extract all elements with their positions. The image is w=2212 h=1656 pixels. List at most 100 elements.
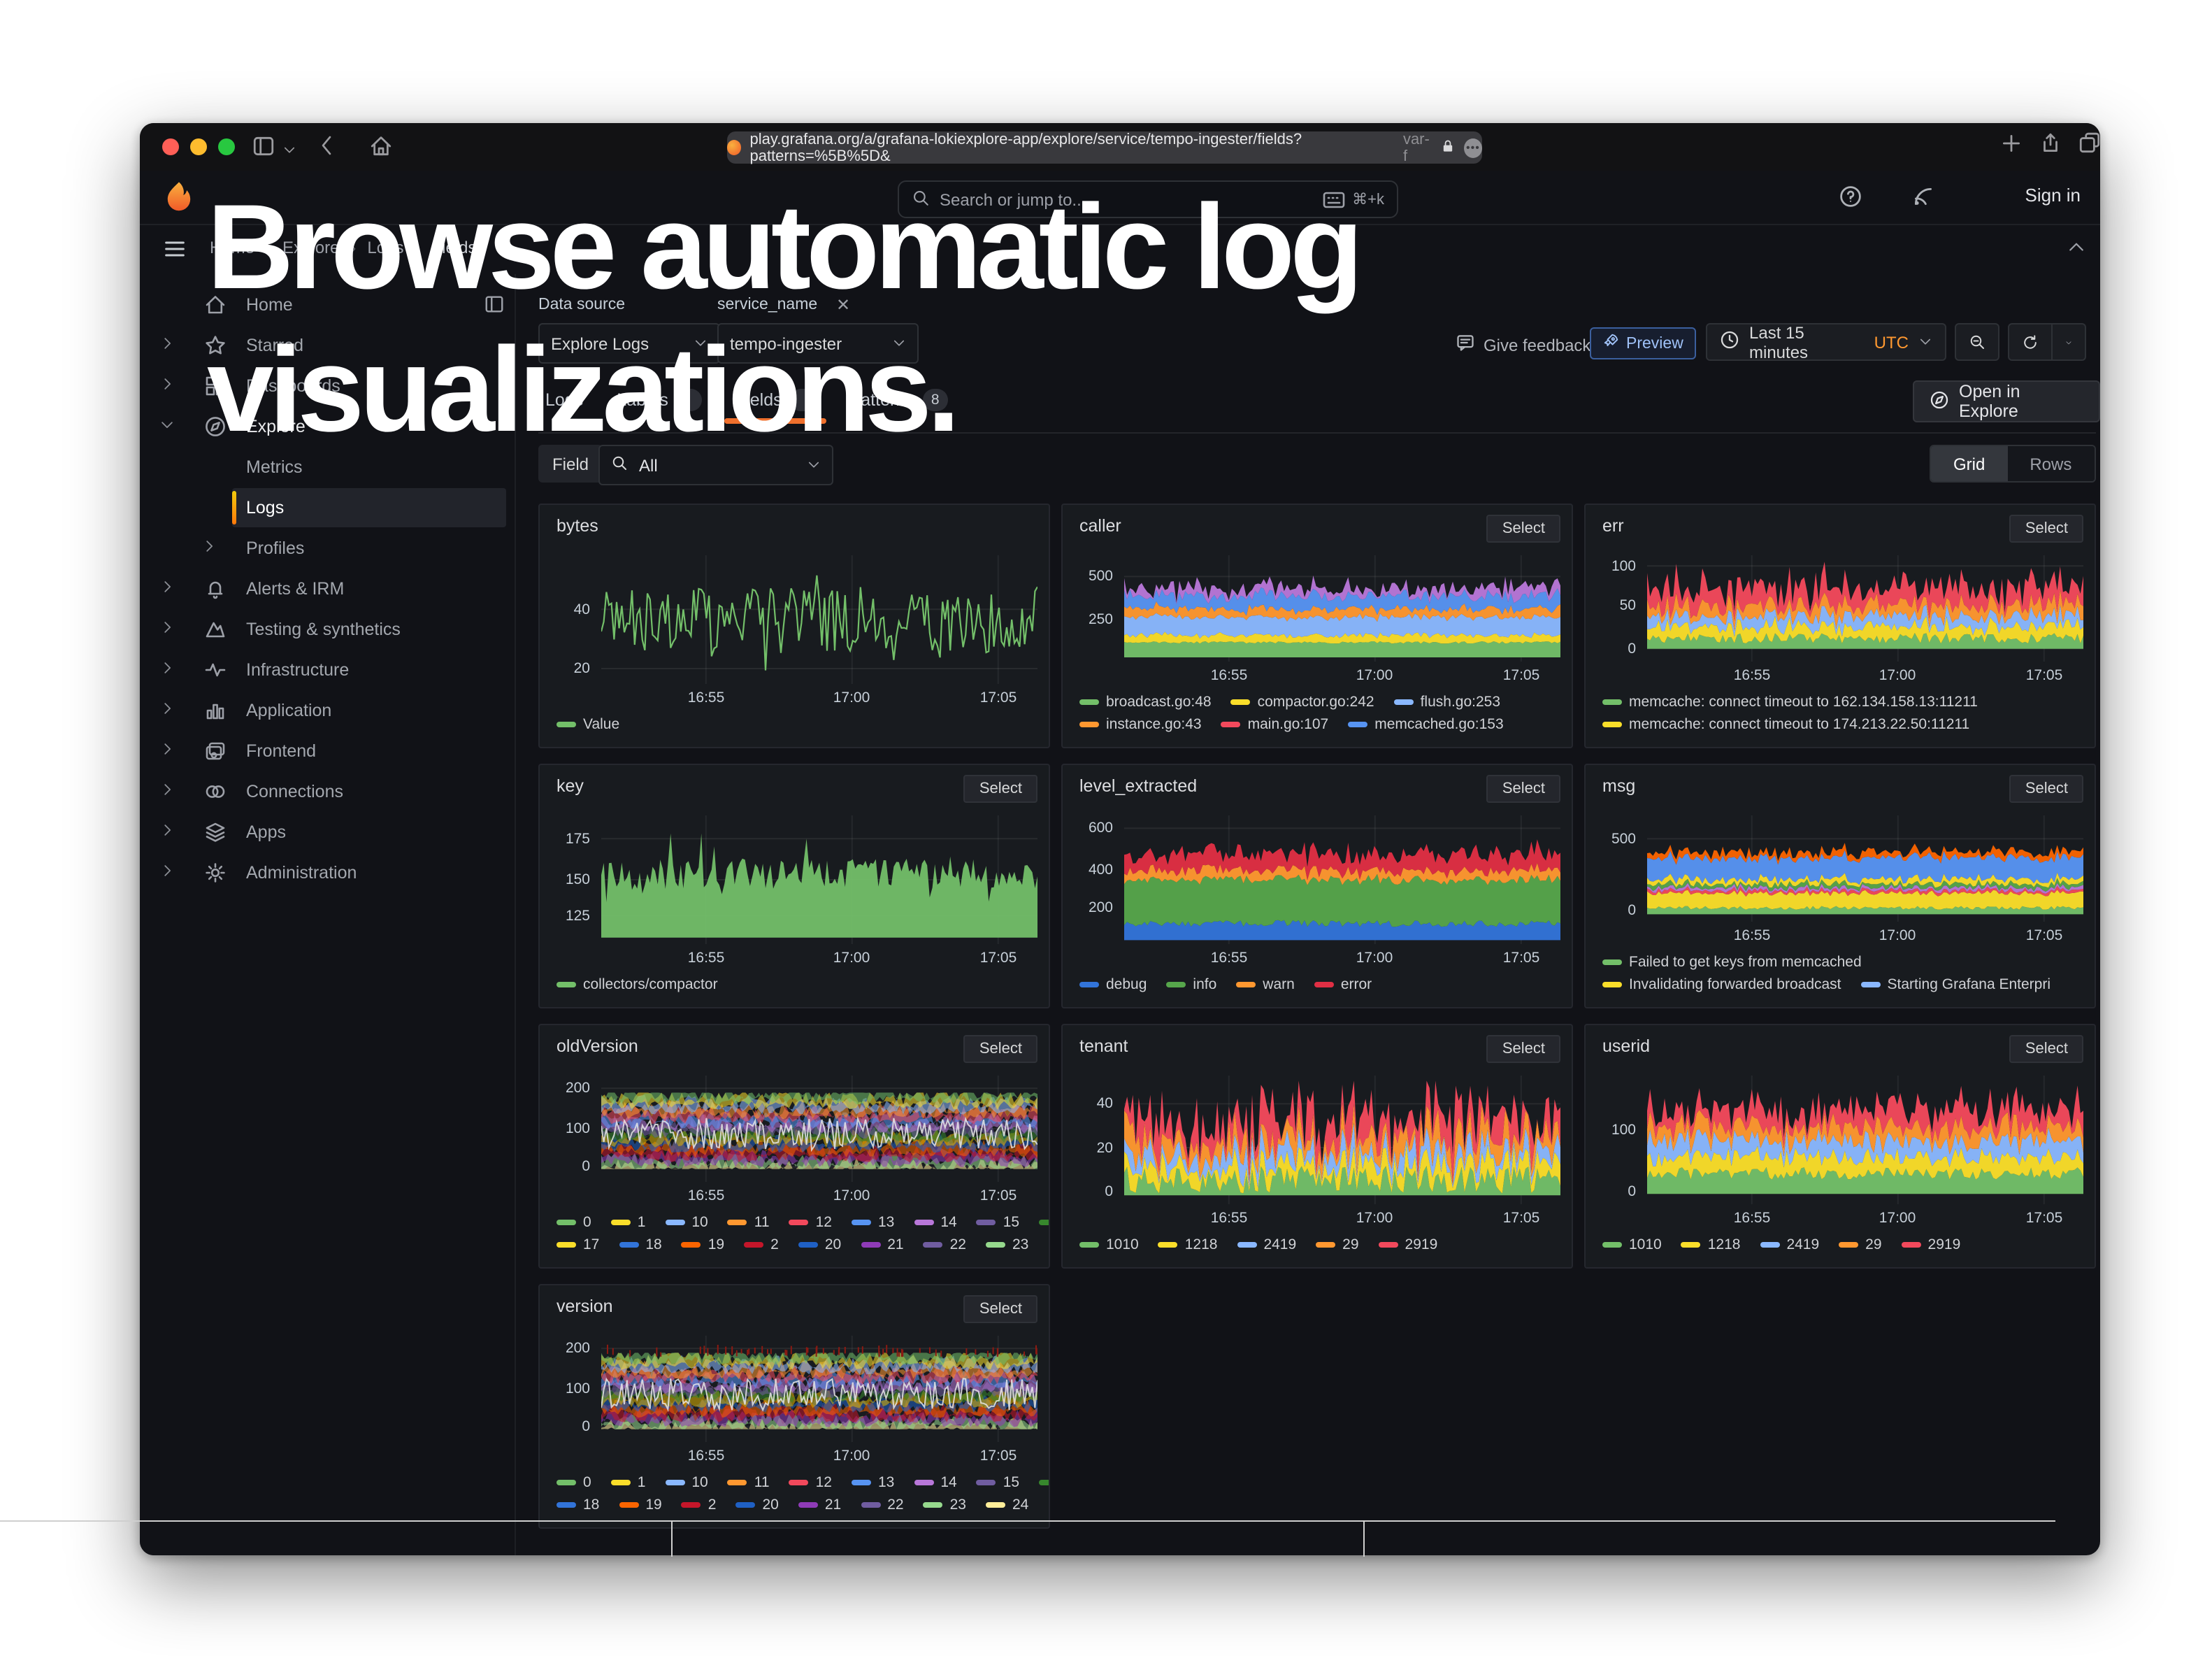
chart-plot[interactable]	[1124, 1076, 1560, 1211]
legend-item[interactable]: 18	[556, 1497, 599, 1513]
chart-plot[interactable]	[1647, 555, 2083, 669]
refresh-interval-caret[interactable]	[2053, 323, 2086, 361]
legend-item[interactable]: collectors/compactor	[556, 976, 718, 993]
chart-plot[interactable]	[601, 1336, 1037, 1449]
grafana-logo[interactable]	[162, 180, 196, 221]
chevron-right-icon[interactable]	[159, 701, 175, 720]
legend-item[interactable]: 2	[1048, 1497, 1050, 1513]
legend-item[interactable]: 10	[665, 1214, 708, 1231]
legend-item[interactable]: 1218	[1158, 1236, 1218, 1253]
legend-item[interactable]: Invalidating forwarded broadcast	[1602, 976, 1841, 993]
legend-item[interactable]: 21	[861, 1236, 903, 1253]
legend-item[interactable]: 12	[789, 1214, 832, 1231]
chevron-down-icon[interactable]	[159, 417, 175, 436]
legend-item[interactable]: 12	[789, 1474, 832, 1491]
legend-item[interactable]: 20	[735, 1497, 778, 1513]
legend-item[interactable]: 29	[1839, 1236, 1881, 1253]
minimize-window-button[interactable]	[190, 138, 207, 155]
chart-plot[interactable]	[1124, 555, 1560, 669]
legend-item[interactable]: 19	[619, 1497, 661, 1513]
chevron-right-icon[interactable]	[201, 538, 217, 558]
legend-item[interactable]: 11	[728, 1474, 770, 1491]
select-button[interactable]: Select	[2010, 775, 2083, 803]
share-icon[interactable]	[2039, 131, 2062, 162]
legend-item[interactable]: 2419	[1760, 1236, 1819, 1253]
legend-item[interactable]: 1	[611, 1214, 646, 1231]
legend-item[interactable]: 18	[619, 1236, 661, 1253]
chevron-down-icon[interactable]	[282, 138, 296, 164]
legend-item[interactable]: error	[1314, 976, 1372, 993]
legend-item[interactable]: 16	[1039, 1214, 1050, 1231]
grid-view-button[interactable]: Grid	[1931, 446, 2007, 481]
legend-item[interactable]: instance.go:43	[1079, 716, 1202, 733]
legend-item[interactable]: 17	[556, 1236, 599, 1253]
sidebar-item-administration[interactable]: Administration	[140, 853, 515, 892]
select-button[interactable]: Select	[964, 1295, 1037, 1323]
legend-item[interactable]: 2919	[1902, 1236, 1961, 1253]
sidebar-item-frontend[interactable]: Frontend	[140, 731, 515, 771]
chevron-right-icon[interactable]	[159, 336, 175, 355]
close-window-button[interactable]	[162, 138, 179, 155]
legend-item[interactable]: 2	[744, 1236, 779, 1253]
legend-item[interactable]: 2419	[1237, 1236, 1296, 1253]
megamenu-toggle-icon[interactable]	[162, 236, 187, 269]
legend-item[interactable]: 0	[556, 1214, 591, 1231]
chevron-right-icon[interactable]	[159, 660, 175, 680]
legend-item[interactable]: 1218	[1681, 1236, 1741, 1253]
refresh-button[interactable]	[2008, 323, 2053, 361]
sidebar-item-alerts-irm[interactable]: Alerts & IRM	[140, 569, 515, 608]
legend-item[interactable]: 14	[914, 1214, 956, 1231]
sidebar-toggle-icon[interactable]	[252, 134, 275, 165]
legend-item[interactable]: 23	[924, 1497, 966, 1513]
legend-item[interactable]: memcache: connect timeout to 162.134.158…	[1602, 694, 1978, 711]
chart-plot[interactable]	[1647, 815, 2083, 929]
news-rss-icon[interactable]	[1911, 185, 1935, 215]
url-more-icon[interactable]: •••	[1464, 138, 1482, 157]
legend-item[interactable]: 23	[986, 1236, 1028, 1253]
chevron-right-icon[interactable]	[159, 741, 175, 761]
legend-item[interactable]: 10	[665, 1474, 708, 1491]
legend-item[interactable]: broadcast.go:48	[1079, 694, 1212, 711]
select-button[interactable]: Select	[2010, 515, 2083, 543]
legend-item[interactable]: main.go:107	[1221, 716, 1329, 733]
give-feedback-button[interactable]: Give feedback	[1456, 333, 1590, 357]
select-button[interactable]: Select	[1487, 515, 1560, 543]
select-button[interactable]: Select	[1487, 1035, 1560, 1063]
legend-item[interactable]: 1	[611, 1474, 646, 1491]
legend-item[interactable]: 13	[852, 1214, 894, 1231]
legend-item[interactable]: memcache: connect timeout to 174.213.22.…	[1602, 716, 1969, 733]
chevron-right-icon[interactable]	[159, 822, 175, 842]
legend-item[interactable]: 11	[728, 1214, 770, 1231]
legend-item[interactable]: debug	[1079, 976, 1147, 993]
time-range-picker[interactable]: Last 15 minutes UTC	[1706, 323, 1946, 361]
url-bar[interactable]: play.grafana.org/a/grafana-lokiexplore-a…	[727, 131, 1482, 164]
legend-item[interactable]: 21	[798, 1497, 841, 1513]
sidebar-item-connections[interactable]: Connections	[140, 772, 515, 811]
tabs-overview-icon[interactable]	[2078, 131, 2100, 162]
chart-plot[interactable]	[601, 555, 1037, 691]
legend-item[interactable]: 14	[914, 1474, 956, 1491]
legend-item[interactable]: 19	[682, 1236, 724, 1253]
sidebar-item-infrastructure[interactable]: Infrastructure	[140, 650, 515, 690]
legend-item[interactable]: 15	[977, 1214, 1019, 1231]
legend-item[interactable]: memcached.go:153	[1348, 716, 1503, 733]
chevron-up-icon[interactable]	[2067, 238, 2086, 264]
home-browser-icon[interactable]	[369, 134, 393, 165]
chart-plot[interactable]	[1647, 1076, 2083, 1211]
legend-item[interactable]: 1010	[1602, 1236, 1662, 1253]
rows-view-button[interactable]: Rows	[2007, 446, 2094, 481]
legend-item[interactable]: 24	[986, 1497, 1028, 1513]
legend-item[interactable]: warn	[1236, 976, 1295, 993]
legend-item[interactable]: flush.go:253	[1394, 694, 1500, 711]
chart-plot[interactable]	[1124, 815, 1560, 951]
sign-in-button[interactable]: Sign in	[2025, 185, 2081, 206]
legend-item[interactable]: 1010	[1079, 1236, 1139, 1253]
legend-item[interactable]: 2	[682, 1497, 717, 1513]
chevron-right-icon[interactable]	[159, 863, 175, 883]
sidebar-item-logs[interactable]: Logs	[232, 488, 506, 527]
legend-item[interactable]: 20	[798, 1236, 841, 1253]
select-button[interactable]: Select	[964, 775, 1037, 803]
legend-item[interactable]: Value	[556, 716, 619, 733]
chevron-right-icon[interactable]	[159, 620, 175, 639]
legend-item[interactable]: 15	[977, 1474, 1019, 1491]
